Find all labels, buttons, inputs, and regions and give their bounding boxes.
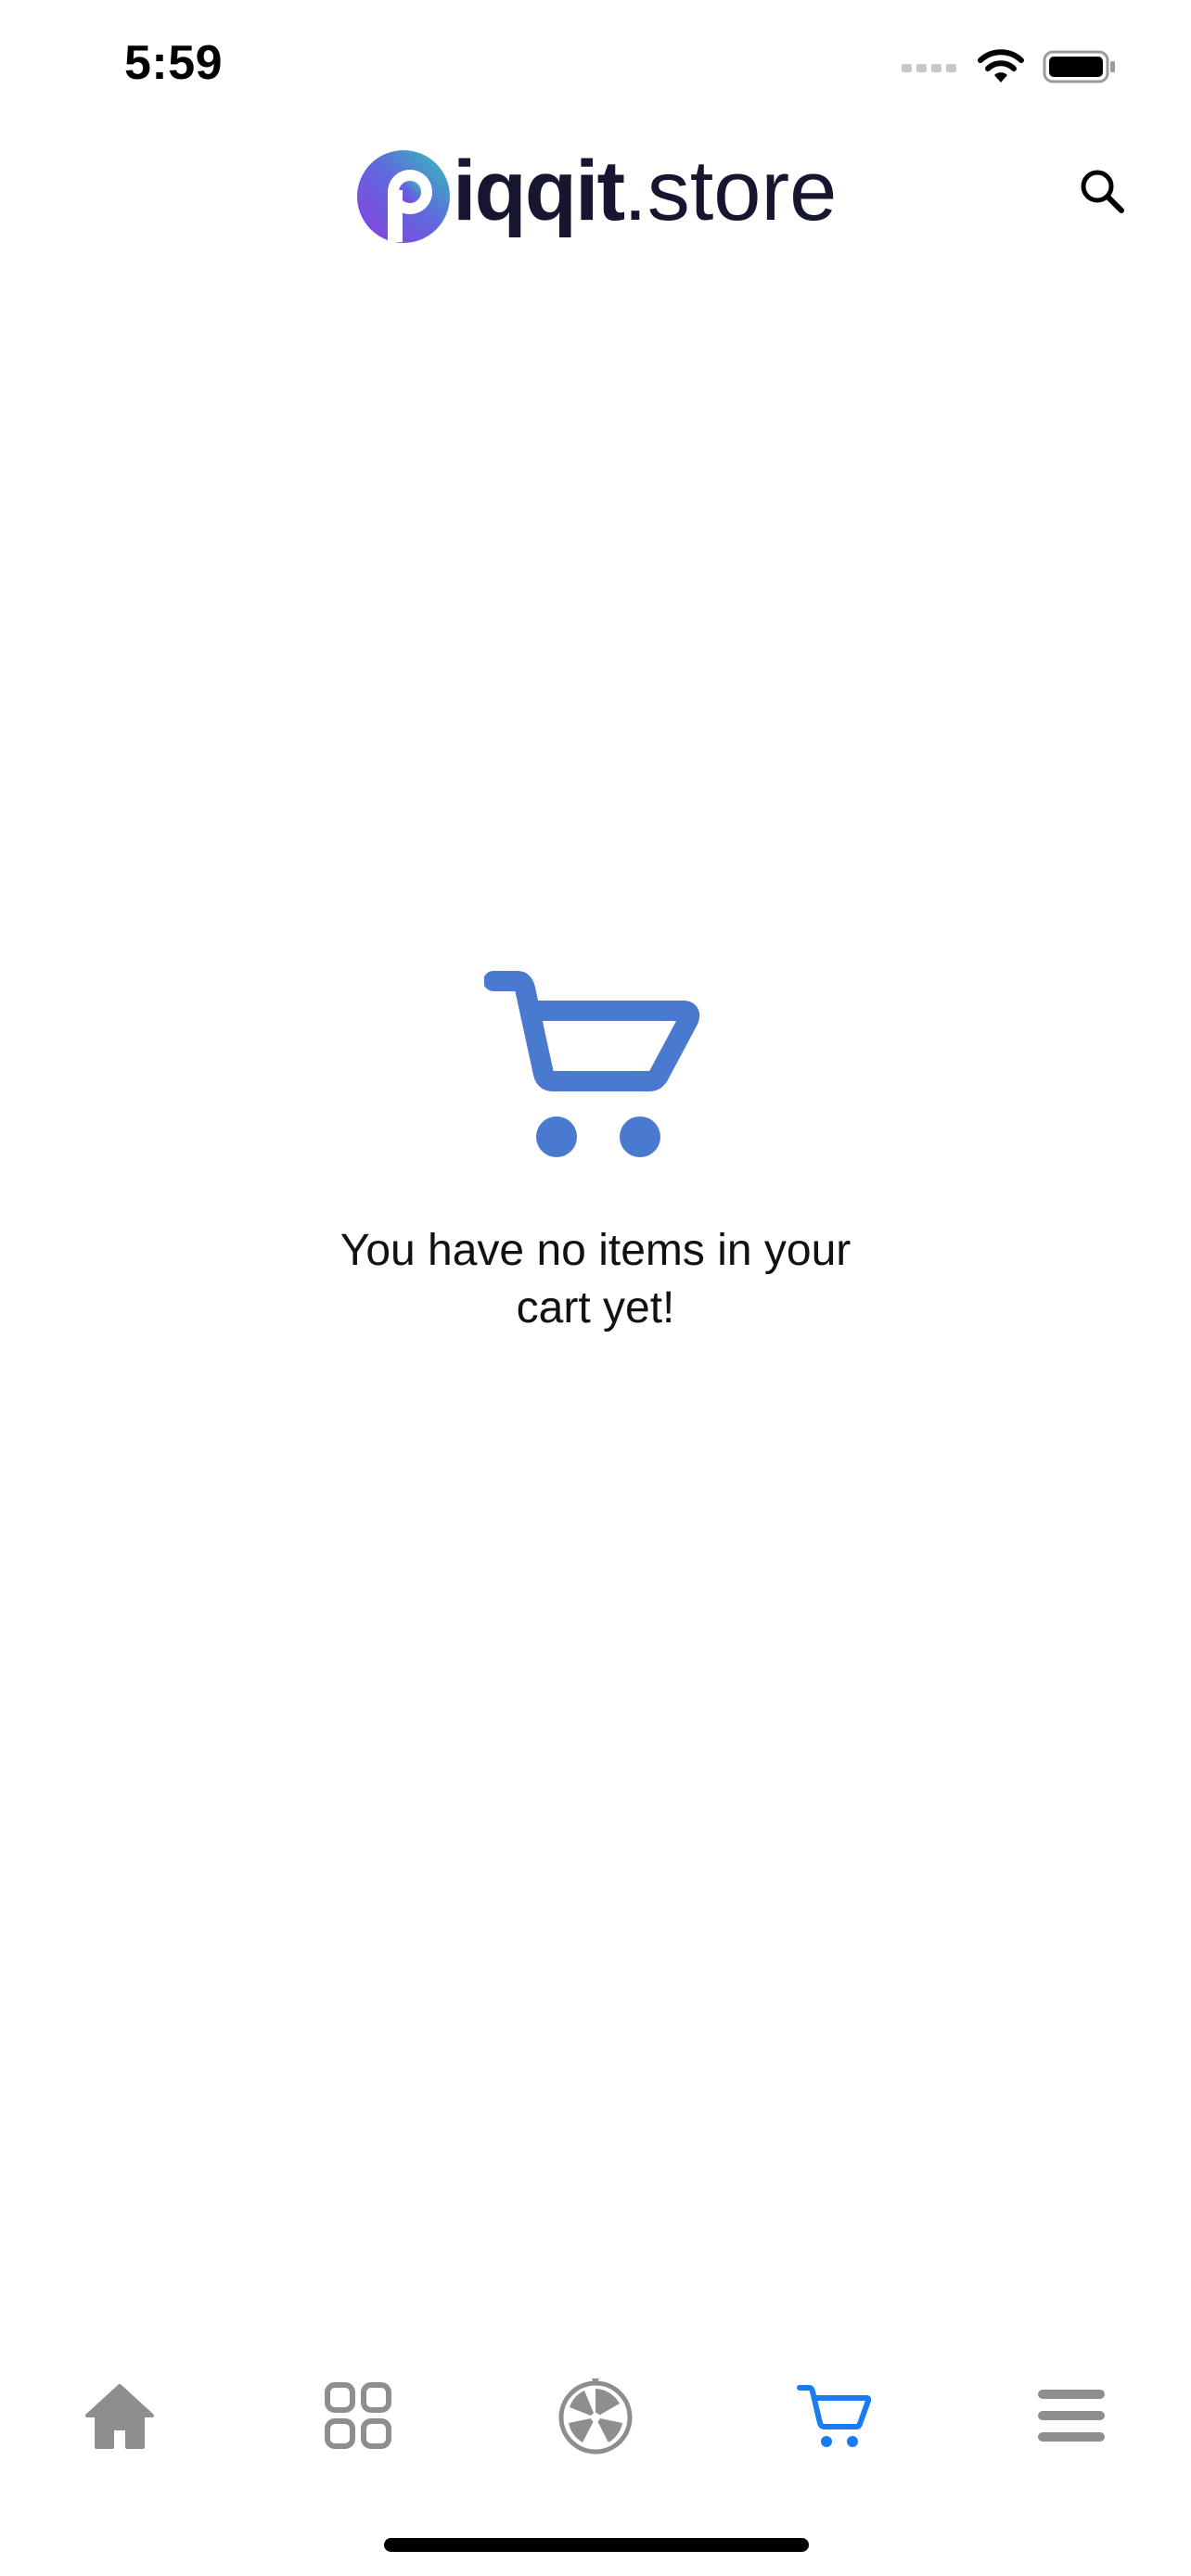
search-icon (1081, 170, 1124, 213)
shopping-cart-icon (484, 971, 700, 1157)
search-button[interactable] (1069, 158, 1135, 224)
tab-cart[interactable] (779, 2355, 889, 2476)
status-time: 5:59 (124, 36, 224, 90)
empty-cart-message: You have no items in your cart yet! (339, 1226, 852, 1333)
menu-icon (1038, 2390, 1105, 2442)
home-icon (85, 2384, 154, 2449)
wheel-icon (558, 2378, 633, 2455)
battery-icon (1043, 50, 1115, 83)
tab-bar (0, 2355, 1191, 2476)
tab-home[interactable] (65, 2355, 174, 2476)
status-icons (902, 45, 1117, 89)
grid-icon (324, 2382, 391, 2449)
logo-mark (357, 150, 450, 243)
tab-wheel[interactable] (541, 2355, 650, 2476)
logo-text: iqqit .store (453, 148, 837, 234)
logo-bold-text: iqqit (453, 144, 625, 238)
tab-menu[interactable] (1017, 2355, 1126, 2476)
empty-cart-state: You have no items in your cart yet! (0, 964, 1191, 1337)
home-indicator[interactable] (384, 2538, 809, 2552)
wifi-icon (978, 49, 1024, 83)
status-bar: 5:59 (0, 0, 1191, 130)
cart-icon (796, 2385, 871, 2447)
cellular-signal-icon (902, 64, 956, 72)
logo-domain-text: .store (623, 144, 838, 238)
piqqit-logo[interactable]: iqqit .store (354, 135, 837, 247)
tab-categories[interactable] (303, 2355, 413, 2476)
app-header: iqqit .store (0, 130, 1191, 250)
